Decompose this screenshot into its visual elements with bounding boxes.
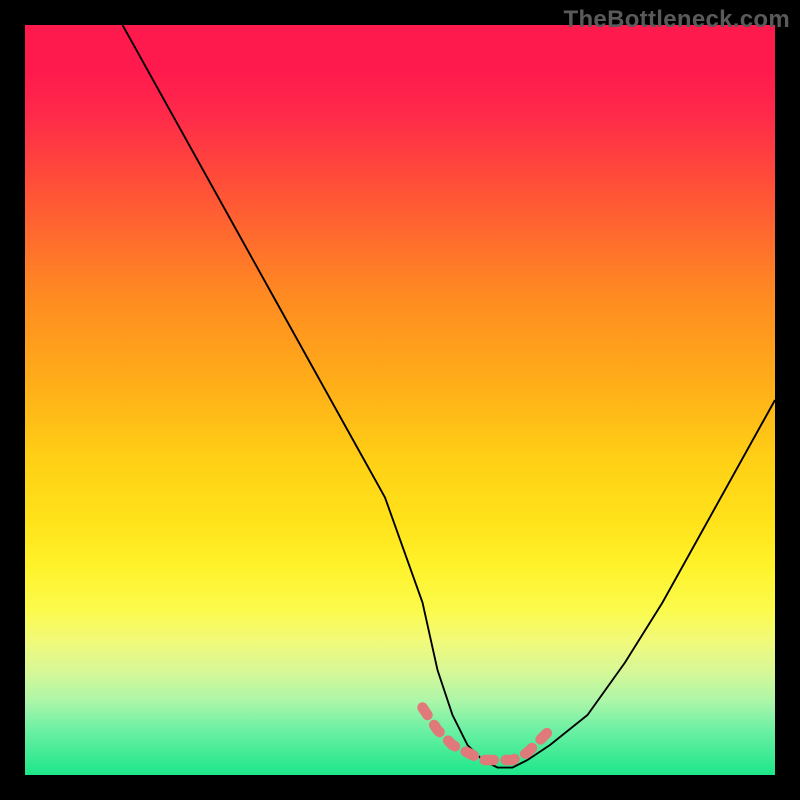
bottleneck-curve — [123, 25, 776, 768]
chart-svg — [25, 25, 775, 775]
watermark-text: TheBottleneck.com — [564, 6, 790, 34]
plot-area — [25, 25, 775, 775]
highlight-segment — [423, 708, 551, 761]
